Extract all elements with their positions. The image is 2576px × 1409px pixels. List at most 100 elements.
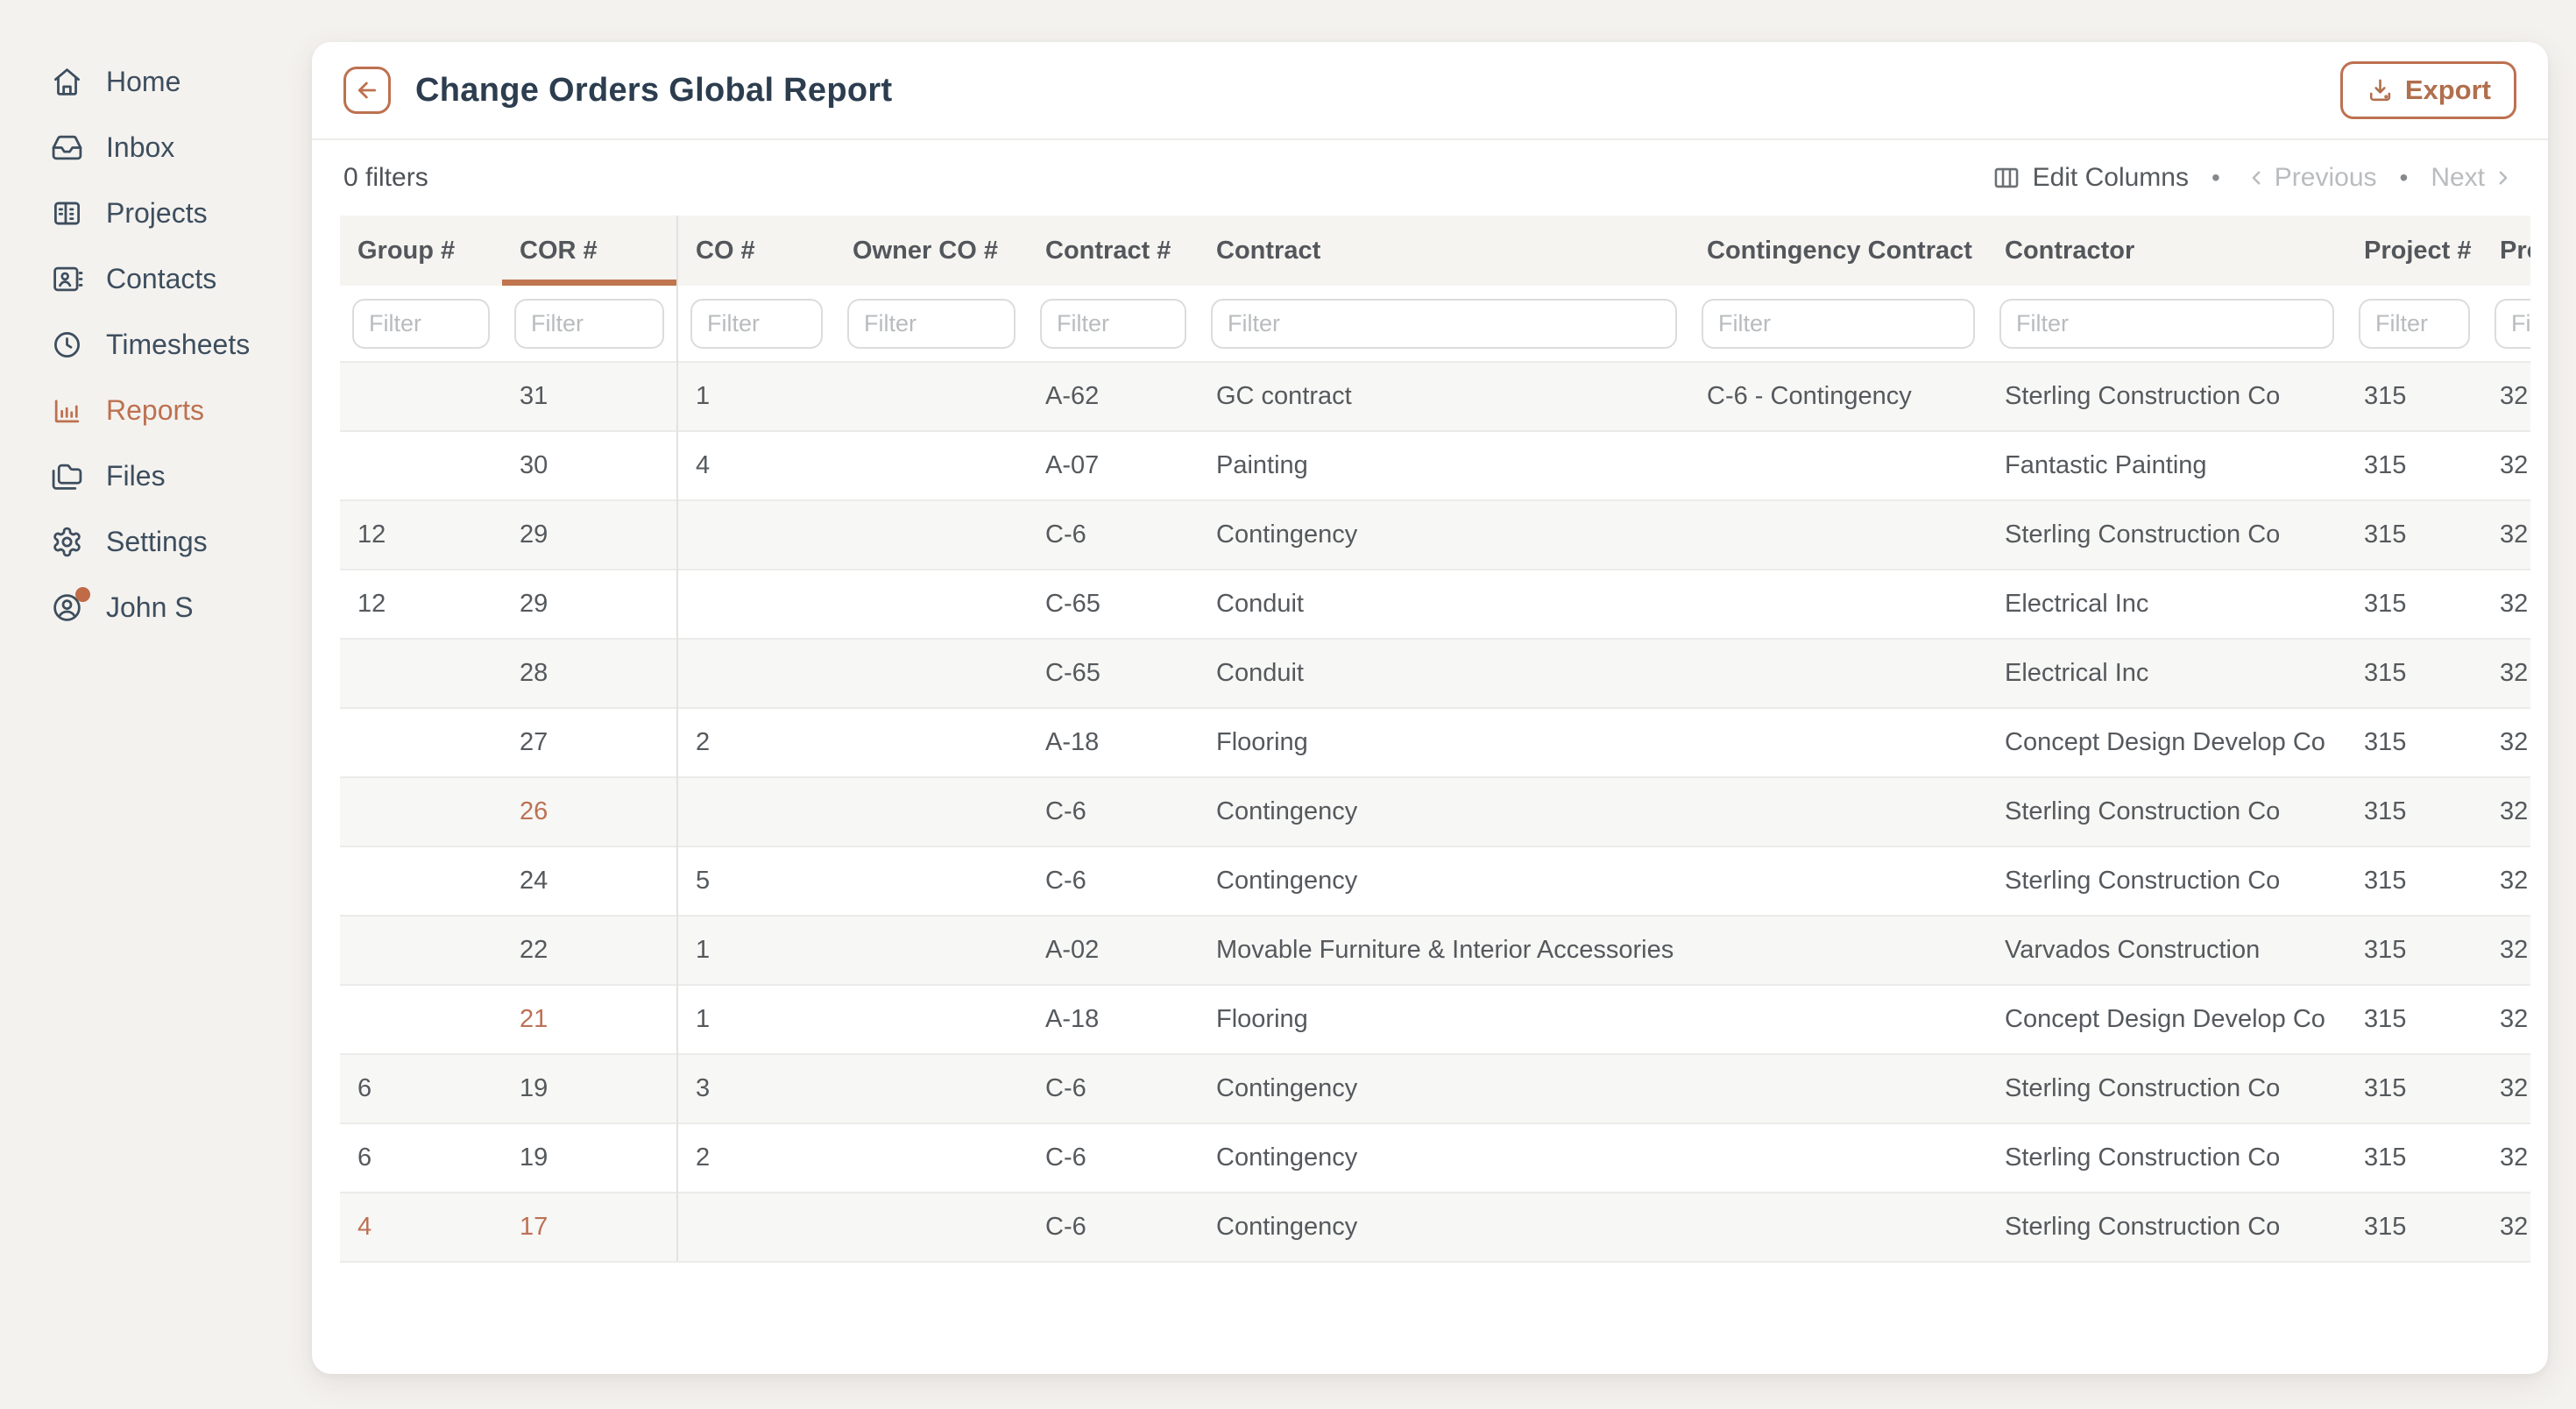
cell-project_no: 315 bbox=[2346, 1054, 2482, 1123]
cell-co: 3 bbox=[677, 1054, 835, 1123]
contacts-icon bbox=[51, 263, 83, 295]
table-row[interactable]: 1229C-65ConduitElectrical Inc31532 bbox=[340, 570, 2530, 639]
cell-contingency_contract bbox=[1689, 1054, 1987, 1123]
back-button[interactable] bbox=[343, 67, 391, 114]
table-row[interactable]: 26C-6ContingencySterling Construction Co… bbox=[340, 777, 2530, 846]
table-row[interactable]: 211A-18FlooringConcept Design Develop Co… bbox=[340, 985, 2530, 1054]
report-table: Group #COR #CO #Owner CO #Contract #Cont… bbox=[340, 216, 2530, 1263]
column-header-owner_co[interactable]: Owner CO # bbox=[835, 216, 1028, 286]
cell-contingency_contract bbox=[1689, 639, 1987, 708]
sidebar-item-files[interactable]: Files bbox=[0, 443, 312, 509]
table-row[interactable]: 311A-62GC contractC-6 - ContingencySterl… bbox=[340, 362, 2530, 431]
sidebar-item-home[interactable]: Home bbox=[0, 49, 312, 115]
filter-cell-group bbox=[340, 286, 502, 362]
filter-input-project_truncated[interactable] bbox=[2495, 299, 2530, 349]
cell-project_no: 315 bbox=[2346, 431, 2482, 500]
gear-icon bbox=[51, 526, 83, 558]
cell-co: 4 bbox=[677, 431, 835, 500]
sidebar-item-label: John S bbox=[106, 591, 194, 624]
column-header-project_no[interactable]: Project # bbox=[2346, 216, 2482, 286]
edit-columns-label: Edit Columns bbox=[2033, 163, 2189, 193]
sidebar-item-timesheets[interactable]: Timesheets bbox=[0, 312, 312, 378]
table-row[interactable]: 221A-02Movable Furniture & Interior Acce… bbox=[340, 916, 2530, 985]
table-row[interactable]: 304A-07PaintingFantastic Painting31532 bbox=[340, 431, 2530, 500]
previous-button[interactable]: Previous bbox=[2243, 163, 2377, 193]
column-header-cor[interactable]: COR # bbox=[502, 216, 677, 286]
column-header-contract_no[interactable]: Contract # bbox=[1028, 216, 1199, 286]
cell-owner_co bbox=[835, 916, 1028, 985]
sidebar-item-projects[interactable]: Projects bbox=[0, 181, 312, 246]
cell-project_no: 315 bbox=[2346, 639, 2482, 708]
cell-owner_co bbox=[835, 639, 1028, 708]
timesheets-icon bbox=[51, 329, 83, 361]
cell-contract: Contingency bbox=[1199, 846, 1689, 916]
column-header-contingency_contract[interactable]: Contingency Contract bbox=[1689, 216, 1987, 286]
column-header-co[interactable]: CO # bbox=[677, 216, 835, 286]
cell-co bbox=[677, 639, 835, 708]
filter-input-contractor[interactable] bbox=[1999, 299, 2334, 349]
sidebar-item-contacts[interactable]: Contacts bbox=[0, 246, 312, 312]
cell-contract_no: C-65 bbox=[1028, 570, 1199, 639]
cell-contractor: Concept Design Develop Co bbox=[1987, 708, 2346, 777]
cell-contract: GC contract bbox=[1199, 362, 1689, 431]
cell-contingency_contract bbox=[1689, 708, 1987, 777]
table-row[interactable]: 28C-65ConduitElectrical Inc31532 bbox=[340, 639, 2530, 708]
cell-contract: Painting bbox=[1199, 431, 1689, 500]
table-row[interactable]: 6192C-6ContingencySterling Construction … bbox=[340, 1123, 2530, 1193]
table-row[interactable]: 417C-6ContingencySterling Construction C… bbox=[340, 1193, 2530, 1262]
filter-input-contingency_contract[interactable] bbox=[1702, 299, 1975, 349]
filter-input-cor[interactable] bbox=[514, 299, 664, 349]
cell-link-cor[interactable]: 26 bbox=[502, 777, 677, 846]
edit-columns-button[interactable]: Edit Columns bbox=[1992, 163, 2189, 193]
cell-link-group[interactable]: 4 bbox=[340, 1193, 502, 1262]
cell-link-cor[interactable]: 21 bbox=[502, 985, 677, 1054]
sidebar-item-settings[interactable]: Settings bbox=[0, 509, 312, 575]
cell-project_no: 315 bbox=[2346, 1123, 2482, 1193]
cell-contract_no: C-6 bbox=[1028, 777, 1199, 846]
filter-input-contract[interactable] bbox=[1211, 299, 1677, 349]
filter-cell-contract bbox=[1199, 286, 1689, 362]
cell-link-cor[interactable]: 17 bbox=[502, 1193, 677, 1262]
column-header-contractor[interactable]: Contractor bbox=[1987, 216, 2346, 286]
filter-input-group[interactable] bbox=[352, 299, 490, 349]
table-row[interactable]: 1229C-6ContingencySterling Construction … bbox=[340, 500, 2530, 570]
cell-group: 6 bbox=[340, 1054, 502, 1123]
table-row[interactable]: 272A-18FlooringConcept Design Develop Co… bbox=[340, 708, 2530, 777]
arrow-left-icon bbox=[353, 76, 381, 104]
next-button[interactable]: Next bbox=[2431, 163, 2516, 193]
cell-cor: 31 bbox=[502, 362, 677, 431]
table-row[interactable]: 245C-6ContingencySterling Construction C… bbox=[340, 846, 2530, 916]
cell-project_truncated: 32 bbox=[2482, 708, 2530, 777]
cell-cor: 29 bbox=[502, 570, 677, 639]
cell-group: 6 bbox=[340, 1123, 502, 1193]
cell-contract: Contingency bbox=[1199, 1123, 1689, 1193]
column-header-group[interactable]: Group # bbox=[340, 216, 502, 286]
cell-project_truncated: 32 bbox=[2482, 985, 2530, 1054]
export-button[interactable]: Export bbox=[2340, 61, 2516, 119]
cell-contract_no: A-18 bbox=[1028, 708, 1199, 777]
cell-contractor: Fantastic Painting bbox=[1987, 431, 2346, 500]
card-header: Change Orders Global Report Export bbox=[312, 42, 2548, 140]
cell-contract: Conduit bbox=[1199, 639, 1689, 708]
table-row[interactable]: 6193C-6ContingencySterling Construction … bbox=[340, 1054, 2530, 1123]
chevron-right-icon bbox=[2490, 165, 2516, 191]
cell-contractor: Varvados Construction bbox=[1987, 916, 2346, 985]
filter-input-owner_co[interactable] bbox=[847, 299, 1016, 349]
sidebar-item-label: Home bbox=[106, 66, 180, 98]
cell-group bbox=[340, 362, 502, 431]
cell-cor: 27 bbox=[502, 708, 677, 777]
filter-input-project_no[interactable] bbox=[2359, 299, 2470, 349]
cell-owner_co bbox=[835, 431, 1028, 500]
cell-contract_no: C-65 bbox=[1028, 639, 1199, 708]
filter-input-co[interactable] bbox=[690, 299, 823, 349]
sidebar-item-user[interactable]: John S bbox=[0, 575, 312, 641]
cell-project_no: 315 bbox=[2346, 916, 2482, 985]
sidebar-item-inbox[interactable]: Inbox bbox=[0, 115, 312, 181]
sidebar-item-label: Reports bbox=[106, 394, 204, 427]
cell-project_truncated: 32 bbox=[2482, 916, 2530, 985]
filter-cell-owner_co bbox=[835, 286, 1028, 362]
column-header-contract[interactable]: Contract bbox=[1199, 216, 1689, 286]
filter-input-contract_no[interactable] bbox=[1040, 299, 1186, 349]
sidebar-item-reports[interactable]: Reports bbox=[0, 378, 312, 443]
column-header-project_truncated[interactable]: Pro bbox=[2482, 216, 2530, 286]
